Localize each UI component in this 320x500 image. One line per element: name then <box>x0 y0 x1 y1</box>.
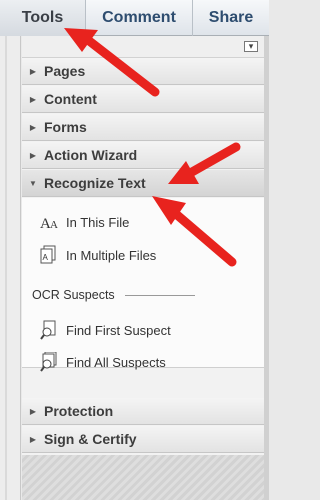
section-label: Recognize Text <box>44 175 146 191</box>
expanded-arrow-icon: ▼ <box>29 178 37 188</box>
svg-text:A: A <box>50 219 58 230</box>
svg-text:A: A <box>43 253 49 262</box>
find-first-suspect-item[interactable]: Find First Suspect <box>40 319 171 341</box>
collapsed-arrow-icon: ▶ <box>29 406 37 416</box>
panel-menu-bar: ▾ <box>22 36 264 58</box>
item-label: Find First Suspect <box>66 322 171 338</box>
section-label: Sign & Certify <box>44 431 137 447</box>
tab-tools[interactable]: Tools <box>0 0 86 36</box>
ocr-heading-label: OCR Suspects <box>32 288 115 302</box>
panel-options-icon[interactable]: ▾ <box>244 41 258 52</box>
text-aa-icon: A A <box>40 214 66 230</box>
collapsed-arrow-icon: ▶ <box>29 94 37 104</box>
item-label: In This File <box>66 214 130 230</box>
find-all-suspects-item[interactable]: Find All Suspects <box>40 352 166 372</box>
section-sign-certify[interactable]: ▶ Sign & Certify <box>22 426 264 453</box>
find-all-suspects-icon <box>40 352 66 372</box>
recognize-text-content: A A In This File A In Multiple Files OCR… <box>22 198 264 372</box>
empty-panel-area <box>22 455 264 500</box>
section-content[interactable]: ▶ Content <box>22 86 264 113</box>
tab-comment[interactable]: Comment <box>86 0 193 36</box>
left-strip <box>0 36 21 500</box>
section-action-wizard[interactable]: ▶ Action Wizard <box>22 142 264 169</box>
tools-panel: ▾ ▶ Pages ▶ Content ▶ Forms ▶ Action Wiz… <box>22 36 264 500</box>
top-tab-bar: Tools Comment Share <box>0 0 269 36</box>
section-label: Protection <box>44 403 114 419</box>
multiple-files-icon: A <box>40 245 66 265</box>
divider <box>124 294 195 296</box>
right-scrollbar[interactable] <box>264 36 269 500</box>
section-pages[interactable]: ▶ Pages <box>22 58 264 85</box>
section-label: Action Wizard <box>44 147 138 163</box>
find-suspect-icon <box>40 320 66 340</box>
section-protection[interactable]: ▶ Protection <box>22 398 264 425</box>
item-label: In Multiple Files <box>66 247 157 263</box>
in-this-file-item[interactable]: A A In This File <box>40 211 129 233</box>
collapsed-arrow-icon: ▶ <box>29 122 37 132</box>
collapsed-arrow-icon: ▶ <box>29 66 37 76</box>
tab-share[interactable]: Share <box>193 0 269 36</box>
collapsed-arrow-icon: ▶ <box>29 150 37 160</box>
ocr-suspects-heading: OCR Suspects <box>32 288 195 302</box>
in-multiple-files-item[interactable]: A In Multiple Files <box>40 244 156 266</box>
section-recognize-text[interactable]: ▼ Recognize Text <box>22 170 264 197</box>
section-label: Pages <box>44 63 86 79</box>
section-forms[interactable]: ▶ Forms <box>22 114 264 141</box>
item-label: Find All Suspects <box>66 354 166 370</box>
collapsed-arrow-icon: ▶ <box>29 434 37 444</box>
section-label: Content <box>44 91 97 107</box>
section-label: Forms <box>44 119 87 135</box>
